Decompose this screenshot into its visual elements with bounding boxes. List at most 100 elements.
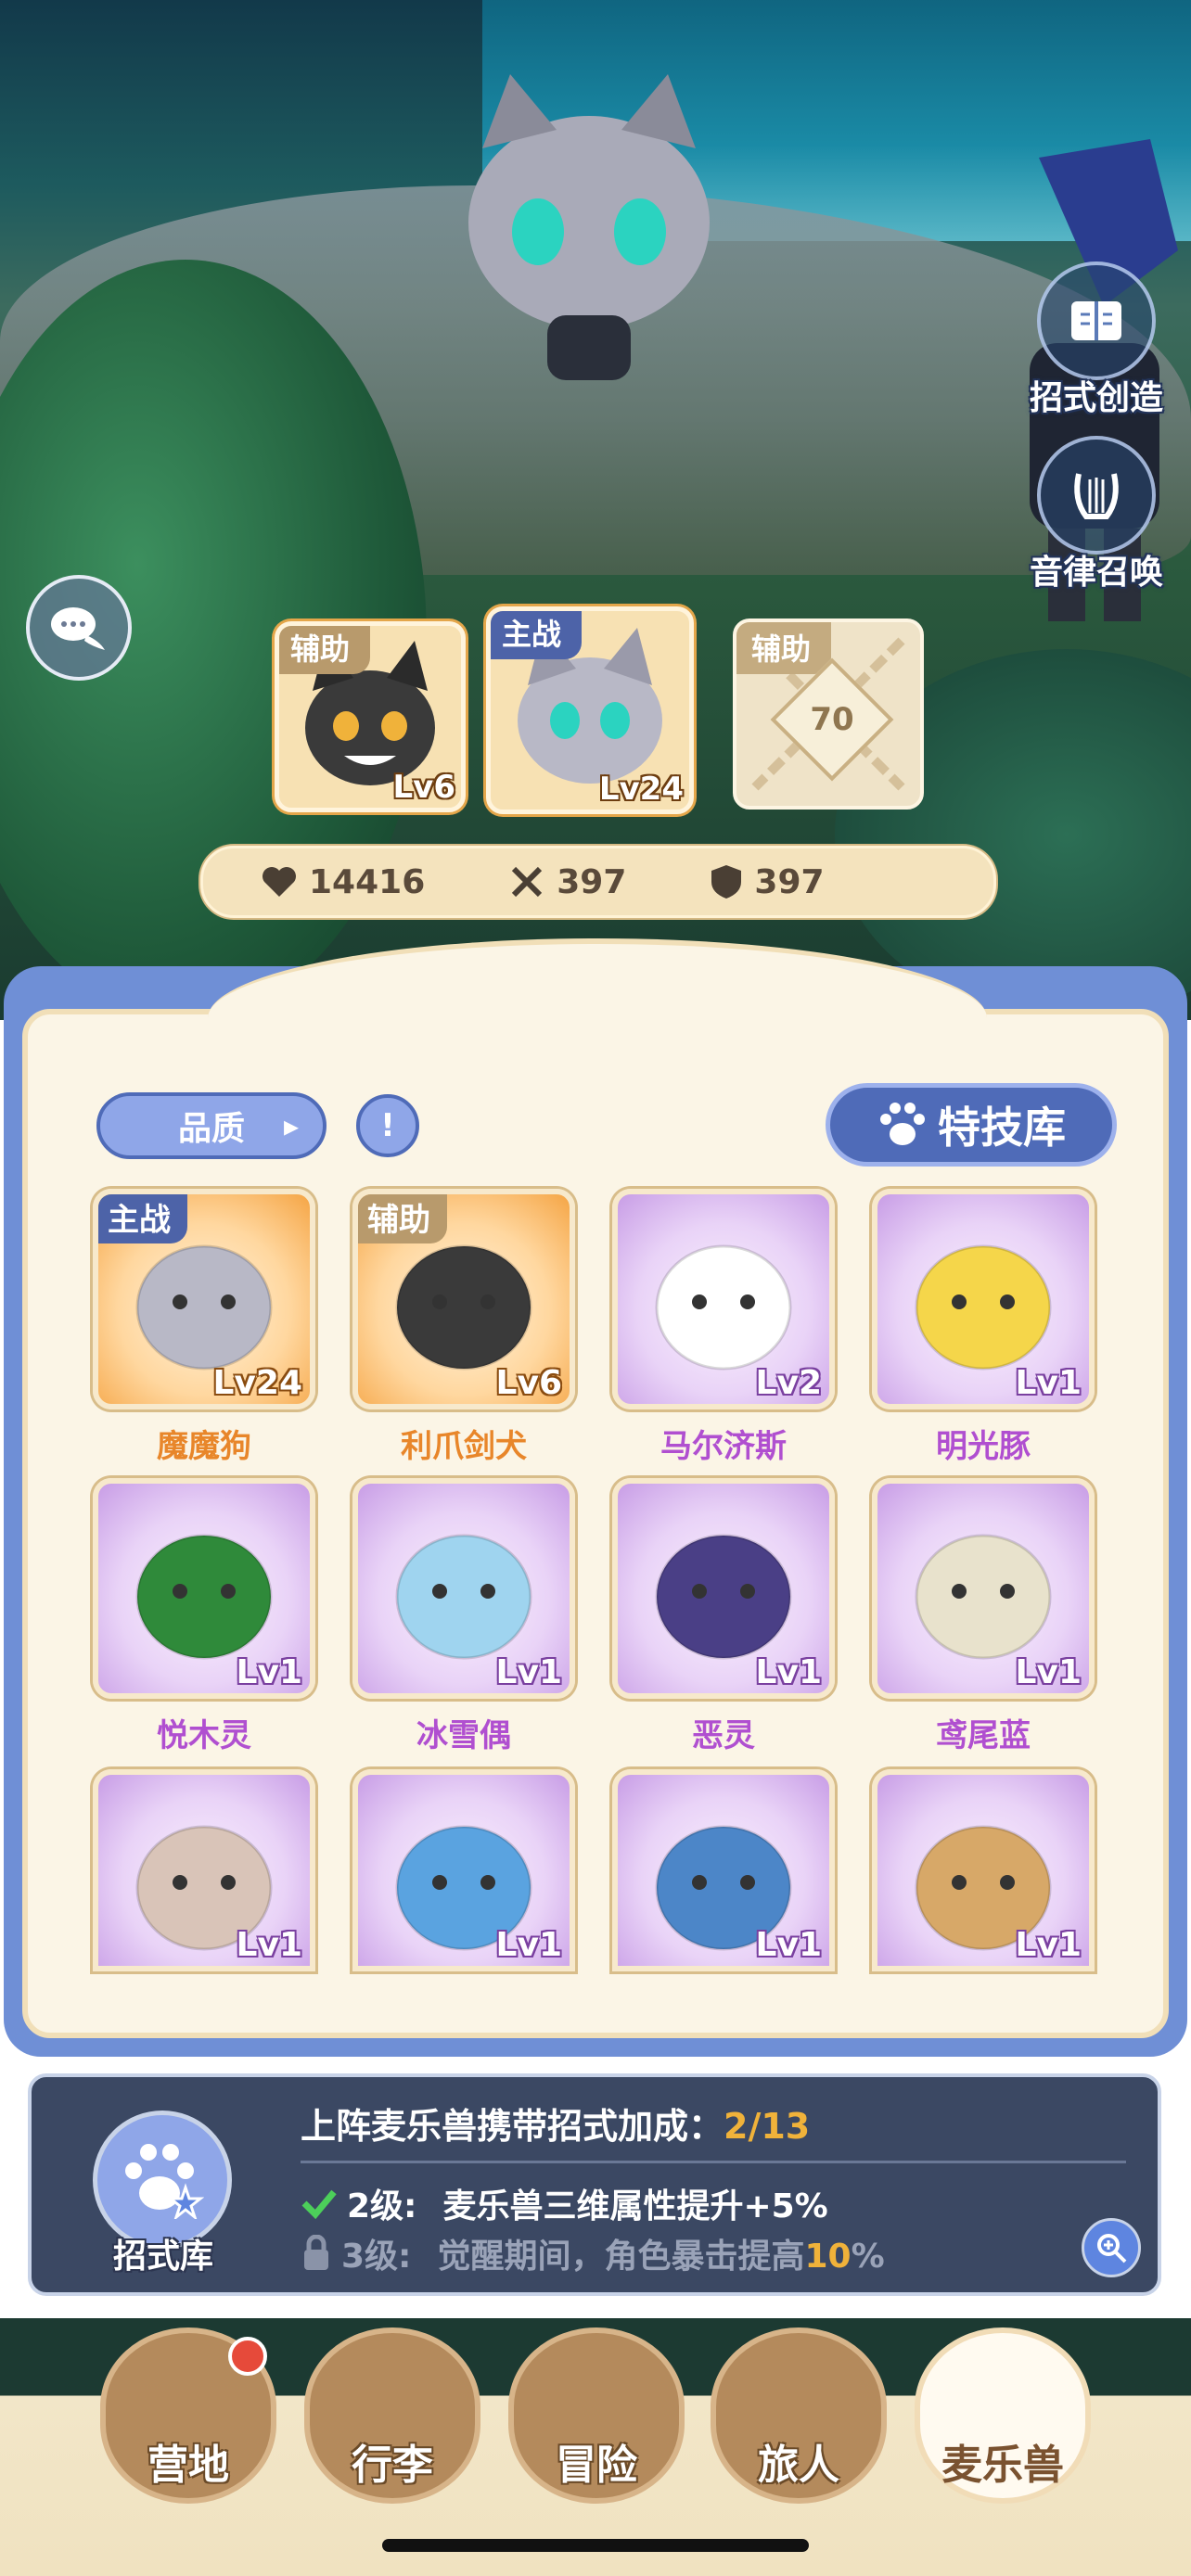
bonus-level-2: 2级: 麦乐兽三维属性提升+5% — [301, 2179, 828, 2227]
pet-card[interactable]: Lv1 — [352, 1478, 575, 1699]
level-label: Lv1 — [236, 1653, 302, 1691]
nav-traveler[interactable]: 旅人 — [711, 2327, 887, 2522]
nav-traveler-label: 旅人 — [758, 2442, 839, 2489]
pet-name: 马尔济斯 — [660, 1428, 787, 1465]
role-tag: 辅助 — [358, 1194, 447, 1243]
create-move-label: 招式创造 — [1030, 379, 1164, 417]
pet-card[interactable]: Lv1 — [352, 1769, 575, 1971]
zoom-button[interactable] — [1082, 2218, 1141, 2277]
pet-card[interactable]: Lv1 — [872, 1478, 1095, 1699]
pet-name: 冰雪偶 — [416, 1717, 511, 1754]
melody-summon-button[interactable]: 音律召唤 — [1030, 436, 1163, 593]
level-label: Lv1 — [1015, 1653, 1082, 1691]
team-slot-main[interactable]: 主战 Lv24 — [486, 606, 694, 814]
nav-luggage[interactable]: 行李 — [304, 2327, 480, 2522]
pet-card[interactable]: 主战 Lv24 — [93, 1189, 315, 1409]
level-label: Lv24 — [212, 1364, 302, 1402]
stat-defense: 397 — [710, 862, 825, 901]
pet-name: 悦木灵 — [157, 1717, 251, 1754]
team-slot-support-left[interactable]: 辅助 Lv6 — [275, 621, 466, 812]
home-indicator[interactable] — [382, 2539, 809, 2552]
lyre-icon — [1037, 436, 1156, 555]
pet-card[interactable]: Lv1 — [612, 1769, 835, 1971]
pet-name: 利爪剑犬 — [401, 1428, 527, 1465]
nav-camp-label: 营地 — [147, 2442, 229, 2489]
team-slot-locked[interactable]: 辅助 70 — [733, 618, 924, 810]
role-tag: 主战 — [98, 1194, 187, 1243]
level-label: Lv1 — [755, 1926, 822, 1964]
check-icon — [301, 2189, 337, 2220]
magnifier-icon — [1097, 2234, 1127, 2264]
paw-icon — [880, 1103, 925, 1145]
bonus-title: 上阵麦乐兽携带招式加成：2/13 — [301, 2098, 810, 2149]
nav-adventure-label: 冒险 — [556, 2442, 637, 2489]
skill-library-label: 特技库 — [938, 1103, 1066, 1153]
level-3-highlight: 10 — [804, 2238, 852, 2276]
pet-card[interactable]: 辅助 Lv6 — [352, 1189, 575, 1409]
level-2-label: 2级: — [347, 2187, 417, 2225]
stat-attack: 397 — [508, 863, 626, 901]
chat-icon — [51, 607, 105, 650]
pet-card[interactable]: Lv1 — [872, 1189, 1095, 1409]
bonus-level-3: 3级: 觉醒期间，角色暴击提高10% — [301, 2229, 885, 2277]
level-label: Lv1 — [1015, 1364, 1082, 1402]
chat-button[interactable] — [26, 575, 132, 681]
level-label: Lv6 — [495, 1364, 562, 1402]
shield-icon — [711, 865, 742, 899]
create-move-button[interactable]: 招式创造 — [1030, 261, 1163, 419]
bonus-progress: 2/13 — [724, 2106, 811, 2147]
hp-value: 14416 — [309, 862, 426, 901]
level-3-label: 3级: — [341, 2238, 412, 2276]
pet-card[interactable]: Lv1 — [612, 1478, 835, 1699]
move-library-label: 招式库 — [112, 2238, 213, 2276]
nav-melody-beast-label: 麦乐兽 — [941, 2442, 1064, 2489]
book-music-icon — [1037, 261, 1156, 380]
nav-luggage-label: 行李 — [352, 2442, 433, 2489]
move-bonus-panel: 招式库 上阵麦乐兽携带招式加成：2/13 2级: 麦乐兽三维属性提升+5% 3级… — [28, 2073, 1161, 2296]
divider — [301, 2161, 1126, 2163]
pet-card[interactable]: Lv1 — [93, 1769, 315, 1971]
level-label: Lv1 — [495, 1653, 562, 1691]
skill-library-button[interactable]: 特技库 — [826, 1083, 1117, 1167]
quality-sort-button[interactable]: 品质 ▸ — [96, 1092, 327, 1159]
pet-name: 明光豚 — [936, 1428, 1031, 1465]
level-label: Lv1 — [236, 1926, 302, 1964]
pet-name: 魔魔狗 — [157, 1428, 251, 1465]
attack-value: 397 — [557, 862, 627, 901]
pet-card[interactable]: Lv2 — [612, 1189, 835, 1409]
pet-card[interactable]: Lv1 — [93, 1478, 315, 1699]
paw-star-icon — [125, 2144, 204, 2219]
level-label: Lv1 — [495, 1926, 562, 1964]
level-label: Lv1 — [755, 1653, 822, 1691]
crossed-swords-icon — [512, 866, 543, 898]
info-button[interactable]: ! — [356, 1094, 419, 1157]
melody-summon-label: 音律召唤 — [1030, 554, 1164, 592]
level-2-text: 麦乐兽三维属性提升+5% — [442, 2187, 828, 2225]
level-label: Lv6 — [392, 769, 456, 806]
nav-melody-beast[interactable]: 麦乐兽 — [915, 2327, 1091, 2522]
exclamation-icon: ! — [380, 1107, 395, 1144]
team-stats-bar: 14416 397 397 — [200, 846, 996, 918]
quality-label: 品质 — [177, 1110, 245, 1148]
role-tag: 辅助 — [736, 622, 832, 674]
pet-name: 恶灵 — [692, 1717, 755, 1754]
nav-adventure[interactable]: 冒险 — [508, 2327, 685, 2522]
notification-badge — [228, 2337, 267, 2376]
role-tag: 主战 — [491, 611, 583, 659]
defense-value: 397 — [754, 862, 825, 901]
level-3-text-b: % — [851, 2238, 885, 2276]
heart-icon — [263, 867, 296, 897]
level-3-text-a: 觉醒期间，角色暴击提高 — [437, 2238, 805, 2276]
bonus-title-text: 上阵麦乐兽携带招式加成： — [301, 2106, 724, 2147]
level-3-text: 觉醒期间，角色暴击提高10% — [437, 2229, 884, 2277]
lock-icon — [304, 2235, 328, 2270]
unlock-level: 70 — [810, 701, 854, 738]
level-label: Lv1 — [1015, 1926, 1082, 1964]
pet-name: 鸢尾蓝 — [936, 1717, 1031, 1754]
level-label: Lv24 — [598, 771, 684, 808]
role-tag: 辅助 — [279, 626, 371, 674]
pet-card[interactable]: Lv1 — [872, 1769, 1095, 1971]
stat-hp: 14416 — [261, 863, 425, 901]
main-pet-character — [468, 74, 710, 380]
nav-camp[interactable]: 营地 — [100, 2327, 276, 2522]
